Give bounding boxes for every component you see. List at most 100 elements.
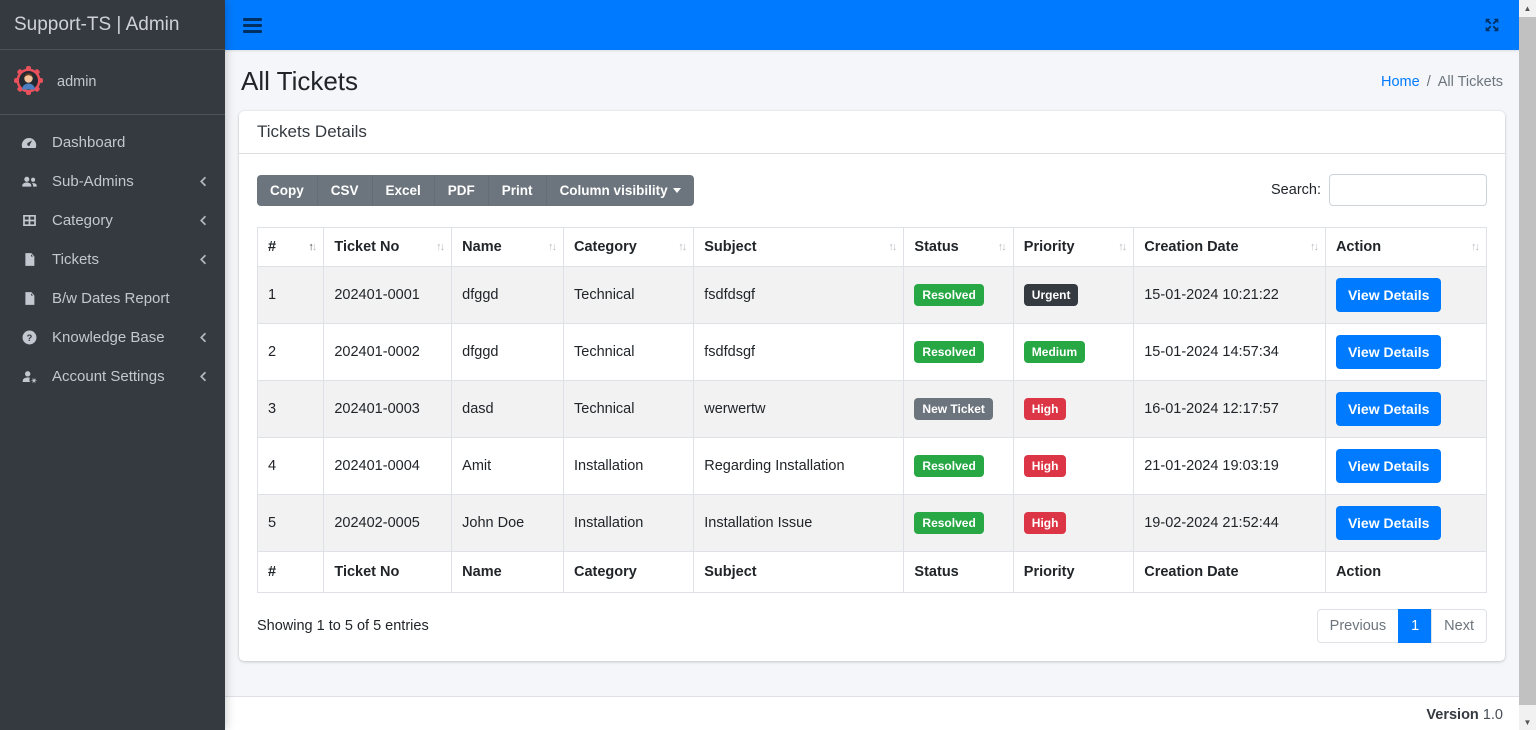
top-navbar <box>225 0 1519 50</box>
cell-num: 1 <box>258 267 324 324</box>
pagination-page-1[interactable]: 1 <box>1398 609 1432 643</box>
sidebar-item-dashboard[interactable]: Dashboard <box>8 123 217 162</box>
column-header-label: Name <box>462 239 502 255</box>
priority-cell: Urgent <box>1013 267 1133 324</box>
action-cell: View Details <box>1325 495 1486 552</box>
column-header-creation-date[interactable]: Creation Date↑↓ <box>1134 228 1326 267</box>
footer-column-creation-date: Creation Date <box>1134 552 1326 593</box>
chevron-left-icon <box>197 214 211 228</box>
tickets-card: Tickets Details CopyCSVExcelPDFPrintColu… <box>239 111 1505 661</box>
cell-category: Technical <box>564 267 694 324</box>
pagination-next[interactable]: Next <box>1431 609 1487 643</box>
table-row: 1202401-0001dfggdTechnicalfsdfdsgfResolv… <box>258 267 1487 324</box>
breadcrumb-separator: / <box>1427 74 1431 90</box>
sort-icon: ↑↓ <box>1471 241 1478 253</box>
sidebar-item-category[interactable]: Category <box>8 201 217 240</box>
sidebar-item-b-w-dates-report[interactable]: B/w Dates Report <box>8 279 217 318</box>
sidebar-item-tickets[interactable]: Tickets <box>8 240 217 279</box>
action-cell: View Details <box>1325 267 1486 324</box>
window-scrollbar[interactable]: ▲ ▼ <box>1519 0 1536 730</box>
sidebar-nav: Dashboard Sub-Admins Category Tickets B/w Da… <box>0 115 225 404</box>
cell-subject: Regarding Installation <box>694 438 904 495</box>
column-header-priority[interactable]: Priority↑↓ <box>1013 228 1133 267</box>
print-button[interactable]: Print <box>488 175 546 206</box>
chevron-left-icon <box>197 175 211 189</box>
status-badge: Resolved <box>914 284 983 306</box>
pdf-button[interactable]: PDF <box>434 175 488 206</box>
cell-ticket-no: 202401-0001 <box>324 267 452 324</box>
sidebar-item-label: Sub-Admins <box>52 173 197 190</box>
scrollbar-up-icon[interactable]: ▲ <box>1519 0 1536 16</box>
cell-subject: werwertw <box>694 381 904 438</box>
menu-toggle-icon[interactable] <box>243 15 262 36</box>
view-details-button[interactable]: View Details <box>1336 506 1441 540</box>
footer-column-ticket-no: Ticket No <box>324 552 452 593</box>
sort-icon: ↑↓ <box>678 241 685 253</box>
cell-ticket-no: 202402-0005 <box>324 495 452 552</box>
card-title: Tickets Details <box>239 111 1505 154</box>
cell-num: 4 <box>258 438 324 495</box>
cell-ticket-no: 202401-0002 <box>324 324 452 381</box>
sort-icon: ↑↓ <box>998 241 1005 253</box>
column-visibility-button[interactable]: Column visibility <box>546 175 694 206</box>
status-cell: Resolved <box>904 324 1013 381</box>
app-footer: Version 1.0 <box>225 696 1519 730</box>
scrollbar-thumb[interactable] <box>1519 17 1536 705</box>
view-details-button[interactable]: View Details <box>1336 449 1441 483</box>
column-header-action[interactable]: Action↑↓ <box>1325 228 1486 267</box>
breadcrumb: Home / All Tickets <box>1381 74 1503 90</box>
status-cell: Resolved <box>904 267 1013 324</box>
cell-creation-date: 15-01-2024 10:21:22 <box>1134 267 1326 324</box>
footer-column-category: Category <box>564 552 694 593</box>
footer-column-priority: Priority <box>1013 552 1133 593</box>
priority-cell: Medium <box>1013 324 1133 381</box>
action-cell: View Details <box>1325 324 1486 381</box>
view-details-button[interactable]: View Details <box>1336 392 1441 426</box>
footer-column--: # <box>258 552 324 593</box>
action-cell: View Details <box>1325 381 1486 438</box>
version-label: Version <box>1426 707 1478 723</box>
excel-button[interactable]: Excel <box>372 175 434 206</box>
cell-name: John Doe <box>452 495 564 552</box>
sidebar-item-knowledge-base[interactable]: ?Knowledge Base <box>8 318 217 357</box>
column-header-subject[interactable]: Subject↑↓ <box>694 228 904 267</box>
cell-subject: fsdfdsgf <box>694 324 904 381</box>
view-details-button[interactable]: View Details <box>1336 278 1441 312</box>
chevron-left-icon <box>197 370 211 384</box>
status-cell: Resolved <box>904 438 1013 495</box>
sort-icon: ↑↓ <box>548 241 555 253</box>
column-header-status[interactable]: Status↑↓ <box>904 228 1013 267</box>
sidebar-item-account-settings[interactable]: Account Settings <box>8 357 217 396</box>
column-header-category[interactable]: Category↑↓ <box>564 228 694 267</box>
user-panel: admin <box>0 50 225 115</box>
user-name[interactable]: admin <box>57 74 97 90</box>
search-input[interactable] <box>1329 174 1487 206</box>
view-details-button[interactable]: View Details <box>1336 335 1441 369</box>
export-button-group: CopyCSVExcelPDFPrintColumn visibility <box>257 175 694 206</box>
column-header-ticket-no[interactable]: Ticket No↑↓ <box>324 228 452 267</box>
table-row: 5202402-0005John DoeInstallationInstalla… <box>258 495 1487 552</box>
sidebar-item-label: Tickets <box>52 251 197 268</box>
sidebar-item-label: Knowledge Base <box>52 329 197 346</box>
copy-button[interactable]: Copy <box>257 175 317 206</box>
search-label: Search: <box>1271 182 1321 198</box>
breadcrumb-home-link[interactable]: Home <box>1381 74 1420 90</box>
csv-button[interactable]: CSV <box>317 175 372 206</box>
cell-num: 2 <box>258 324 324 381</box>
column-header--[interactable]: #↑↓ <box>258 228 324 267</box>
scrollbar-down-icon[interactable]: ▼ <box>1519 714 1536 730</box>
cell-creation-date: 19-02-2024 21:52:44 <box>1134 495 1326 552</box>
entries-info: Showing 1 to 5 of 5 entries <box>257 618 429 634</box>
sidebar-item-sub-admins[interactable]: Sub-Admins <box>8 162 217 201</box>
fullscreen-icon[interactable] <box>1483 16 1501 34</box>
sort-icon: ↑↓ <box>308 241 315 253</box>
column-header-name[interactable]: Name ↑↓ <box>452 228 564 267</box>
sort-icon: ↑↓ <box>1310 241 1317 253</box>
pagination-previous[interactable]: Previous <box>1317 609 1399 643</box>
priority-cell: High <box>1013 438 1133 495</box>
pagination: Previous 1 Next <box>1317 609 1487 643</box>
priority-badge: Medium <box>1024 341 1085 363</box>
cell-creation-date: 16-01-2024 12:17:57 <box>1134 381 1326 438</box>
cell-category: Technical <box>564 324 694 381</box>
brand-title[interactable]: Support-TS | Admin <box>0 0 225 50</box>
